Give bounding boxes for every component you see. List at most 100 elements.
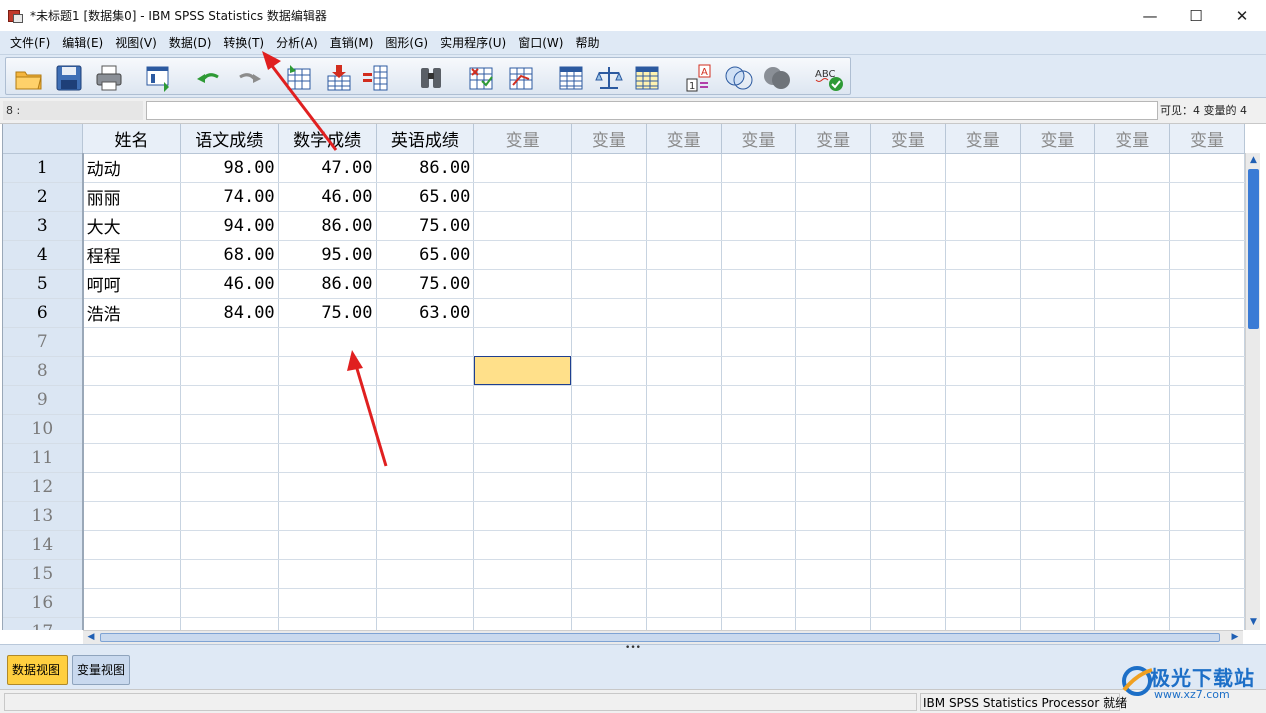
empty-variable-header[interactable]: 变量 (646, 124, 722, 154)
data-cell[interactable] (721, 472, 797, 502)
data-cell[interactable]: 75.00 (278, 298, 377, 328)
scroll-down-icon[interactable]: ▼ (1247, 616, 1260, 629)
data-cell[interactable] (870, 211, 946, 241)
data-cell[interactable] (376, 501, 475, 531)
data-cell[interactable] (473, 385, 572, 415)
data-cell[interactable] (571, 588, 647, 618)
spell-check-icon[interactable]: ABC (814, 63, 844, 93)
row-header[interactable]: 9 (3, 385, 84, 415)
data-cell[interactable] (1094, 182, 1171, 212)
data-cell[interactable] (646, 530, 722, 560)
tab-data-view[interactable]: 数据视图 (7, 655, 68, 685)
horizontal-scroll-thumb[interactable] (100, 633, 1220, 642)
vertical-scrollbar[interactable]: ▲ ▼ (1245, 153, 1260, 630)
data-cell[interactable] (795, 153, 872, 183)
data-cell[interactable]: 47.00 (278, 153, 377, 183)
data-cell[interactable] (721, 530, 797, 560)
maximize-button[interactable]: ☐ (1173, 0, 1219, 31)
data-cell[interactable] (278, 559, 377, 589)
data-cell[interactable] (82, 559, 181, 589)
menu-direct-marketing[interactable]: 直销(M) (324, 32, 380, 54)
data-cell[interactable]: 大大 (82, 211, 181, 241)
data-cell[interactable] (571, 559, 647, 589)
insert-variable-icon[interactable] (361, 63, 391, 93)
data-cell[interactable] (82, 385, 181, 415)
data-cell[interactable] (945, 443, 1021, 473)
data-cell[interactable] (571, 617, 647, 630)
data-cell[interactable] (376, 414, 475, 444)
data-cell[interactable] (646, 211, 722, 241)
data-cell[interactable] (376, 472, 475, 502)
data-cell[interactable] (945, 240, 1021, 270)
data-cell[interactable] (1094, 617, 1171, 630)
menu-window[interactable]: 窗口(W) (512, 32, 569, 54)
data-cell[interactable] (571, 443, 647, 473)
row-header[interactable]: 14 (3, 530, 84, 560)
data-cell[interactable] (1169, 501, 1245, 531)
data-cell[interactable] (473, 269, 572, 299)
row-header[interactable]: 2 (3, 182, 84, 212)
data-cell[interactable]: 74.00 (180, 182, 279, 212)
data-cell[interactable] (180, 501, 279, 531)
data-cell[interactable] (945, 298, 1021, 328)
data-cell[interactable] (945, 472, 1021, 502)
data-cell[interactable] (646, 414, 722, 444)
data-cell[interactable] (721, 327, 797, 357)
menu-data[interactable]: 数据(D) (163, 32, 218, 54)
save-icon[interactable] (54, 63, 84, 93)
data-cell[interactable] (721, 443, 797, 473)
empty-variable-header[interactable]: 变量 (721, 124, 797, 154)
data-cell[interactable] (278, 588, 377, 618)
data-cell[interactable] (646, 385, 722, 415)
data-cell[interactable] (1094, 530, 1171, 560)
data-cell[interactable] (376, 356, 475, 386)
data-cell[interactable] (1169, 327, 1245, 357)
data-cell[interactable] (945, 385, 1021, 415)
data-cell[interactable] (870, 269, 946, 299)
data-cell[interactable] (721, 501, 797, 531)
pane-splitter[interactable]: ••• (0, 644, 1266, 653)
data-cell[interactable] (646, 153, 722, 183)
data-cell[interactable] (795, 356, 872, 386)
data-cell[interactable] (1020, 501, 1096, 531)
insert-cases-icon[interactable] (324, 63, 354, 93)
data-cell[interactable] (180, 559, 279, 589)
data-cell[interactable] (278, 443, 377, 473)
data-cell[interactable] (721, 211, 797, 241)
data-cell[interactable] (473, 298, 572, 328)
show-all-variables-icon[interactable] (724, 63, 754, 93)
empty-variable-header[interactable]: 变量 (1020, 124, 1096, 154)
data-cell[interactable] (1094, 298, 1171, 328)
cell-value-editor[interactable] (146, 101, 1158, 120)
data-cell[interactable] (1020, 327, 1096, 357)
data-cell[interactable] (180, 385, 279, 415)
data-cell[interactable] (721, 153, 797, 183)
data-cell[interactable] (571, 530, 647, 560)
data-cell[interactable] (82, 472, 181, 502)
data-cell[interactable]: 动动 (82, 153, 181, 183)
data-cell[interactable] (473, 414, 572, 444)
empty-variable-header[interactable]: 变量 (473, 124, 572, 154)
data-cell[interactable] (82, 530, 181, 560)
data-cell[interactable] (180, 617, 279, 630)
data-cell[interactable] (945, 211, 1021, 241)
row-header[interactable]: 13 (3, 501, 84, 531)
data-cell[interactable] (1020, 472, 1096, 502)
data-cell[interactable] (1094, 472, 1171, 502)
data-cell[interactable]: 浩浩 (82, 298, 181, 328)
data-cell[interactable] (278, 501, 377, 531)
data-cell[interactable] (1020, 530, 1096, 560)
data-cell[interactable] (1094, 153, 1171, 183)
data-cell[interactable]: 86.00 (278, 269, 377, 299)
find-icon[interactable] (416, 63, 446, 93)
data-cell[interactable] (646, 443, 722, 473)
data-cell[interactable] (376, 559, 475, 589)
data-cell[interactable] (571, 153, 647, 183)
data-cell[interactable] (278, 472, 377, 502)
data-cell[interactable] (945, 356, 1021, 386)
value-labels-icon[interactable] (594, 63, 624, 93)
recall-dialog-icon[interactable] (144, 63, 174, 93)
variable-sets-icon[interactable] (632, 63, 662, 93)
data-cell[interactable] (1094, 211, 1171, 241)
data-cell[interactable] (1169, 559, 1245, 589)
